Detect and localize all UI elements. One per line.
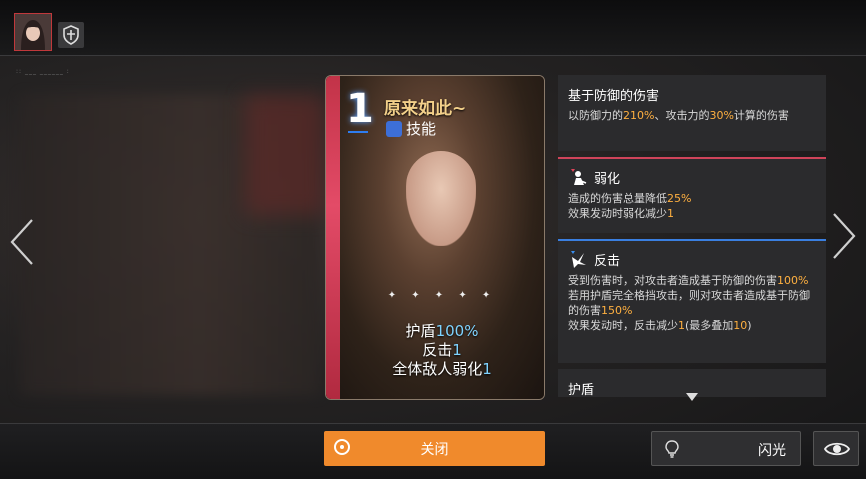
next-arrow[interactable] xyxy=(828,212,860,260)
close-button-label: 关闭 xyxy=(420,441,449,458)
card-divider: ✦ ✦ ✦ ✦ ✦ xyxy=(387,290,497,301)
card-effect-line: 反击1 xyxy=(422,341,462,359)
keyword-title: 弱化 xyxy=(568,167,816,187)
shield-cross-icon xyxy=(63,25,79,45)
scroll-down-indicator[interactable] xyxy=(686,393,698,401)
card-type: 技能 xyxy=(386,118,436,139)
character-avatar[interactable] xyxy=(14,13,52,51)
flash-button[interactable]: 闪光 xyxy=(651,431,801,466)
card-rarity-stripe xyxy=(326,76,340,399)
shield-button[interactable] xyxy=(58,22,84,48)
card-type-label: 技能 xyxy=(406,120,437,138)
keyword-panel-defense-damage: 基于防御的伤害 以防御力的210%、攻击力的30%计算的伤害 xyxy=(558,75,826,151)
skill-type-icon xyxy=(386,120,402,137)
keyword-title: 反击 xyxy=(568,249,816,269)
card-effect-line: 护盾100% xyxy=(405,322,479,340)
skill-card[interactable]: 1 原来如此~ 技能 ✦ ✦ ✦ ✦ ✦ 护盾100% 反击1 全体敌人弱化1 xyxy=(325,75,545,400)
keyword-panel-counter: 反击 受到伤害时，对攻击者造成基于防御的伤害100% 若用护盾完全格挡攻击，则对… xyxy=(558,239,826,363)
card-description: 护盾100% 反击1 全体敌人弱化1 xyxy=(340,322,544,379)
previous-arrow[interactable] xyxy=(6,218,38,266)
top-bar xyxy=(0,0,866,56)
deck-subtitle: :: ___ ______ : xyxy=(16,68,70,75)
chevron-left-icon xyxy=(10,219,33,265)
flash-button-label: 闪光 xyxy=(758,443,786,459)
weaken-icon xyxy=(568,167,588,187)
character-portrait-icon xyxy=(15,14,51,50)
keyword-title: 基于防御的伤害 xyxy=(568,89,660,104)
view-art-button[interactable] xyxy=(813,431,859,466)
card-effect-line: 全体敌人弱化1 xyxy=(392,360,492,378)
keyword-body: 以防御力的210%、攻击力的30%计算的伤害 xyxy=(568,109,789,122)
eye-icon xyxy=(823,442,851,456)
keyword-panel-weaken: 弱化 造成的伤害总量降低25% 效果发动时弱化减少1 xyxy=(558,157,826,233)
close-button[interactable]: 关闭 xyxy=(324,431,545,466)
keyword-panel-list[interactable]: 基于防御的伤害 以防御力的210%、攻击力的30%计算的伤害 弱化 造成的伤害总… xyxy=(558,75,826,397)
keyword-body: 造成的伤害总量降低25% 效果发动时弱化减少1 xyxy=(568,192,692,220)
card-name: 原来如此~ xyxy=(384,99,467,119)
counter-icon xyxy=(568,249,588,269)
card-cost: 1 xyxy=(346,86,374,132)
close-icon xyxy=(334,439,350,455)
lightbulb-icon xyxy=(665,440,679,458)
background-blur-accent xyxy=(245,95,325,215)
keyword-body: 受到伤害时，对攻击者造成基于防御的伤害100% 若用护盾完全格挡攻击，则对攻击者… xyxy=(568,274,810,332)
chevron-right-icon xyxy=(833,213,856,259)
cost-underline xyxy=(348,131,368,133)
